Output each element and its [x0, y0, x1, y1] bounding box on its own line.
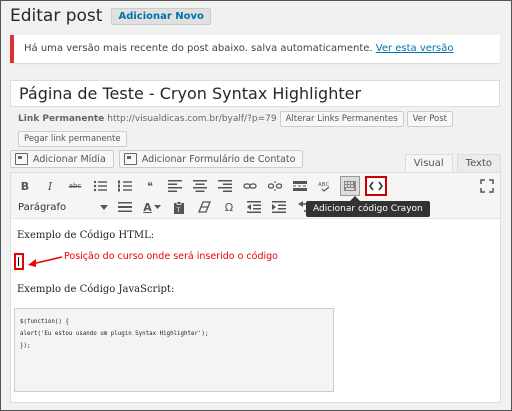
editor-tabs: Visual Texto [401, 154, 501, 172]
js-example-heading: Exemplo de Código JavaScript: [17, 284, 175, 295]
clear-formatting-icon[interactable] [194, 197, 214, 217]
add-media-button[interactable]: Adicionar Mídia [10, 150, 114, 168]
tab-text[interactable]: Texto [456, 154, 501, 172]
align-right-icon[interactable] [215, 176, 235, 196]
align-center-icon[interactable] [190, 176, 210, 196]
crayon-tooltip: Adicionar código Crayon [306, 196, 430, 217]
annotation-text: Posição do curso onde será inserido o có… [64, 251, 278, 262]
bold-button[interactable]: B [15, 176, 35, 196]
permalink-row-2: Pegar link permanente [18, 126, 127, 147]
svg-text:T: T [176, 207, 181, 214]
add-contact-form-button[interactable]: Adicionar Formulário de Contato [118, 150, 304, 168]
remove-link-icon[interactable] [265, 176, 285, 196]
special-character-icon[interactable]: Ω [219, 197, 239, 217]
get-permalink-button[interactable]: Pegar link permanente [18, 131, 127, 147]
text-color-icon: A [143, 200, 152, 214]
notice-text: Há uma versão mais recente do post abaix… [24, 43, 376, 54]
media-icon [15, 153, 28, 165]
autosave-notice: Há uma versão mais recente do post abaix… [10, 35, 500, 63]
add-new-button[interactable]: Adicionar Novo [111, 7, 211, 25]
code-block: $(function() { alert('Eu estou usando um … [14, 308, 334, 392]
media-buttons: Adicionar Mídia Adicionar Formulário de … [10, 150, 308, 168]
align-left-icon[interactable] [165, 176, 185, 196]
numbered-list-icon[interactable] [115, 176, 135, 196]
code-line: alert('Eu estou usando um plugin Syntax … [20, 331, 209, 337]
page-header: Editar post Adicionar Novo [10, 6, 211, 26]
html-example-heading: Exemplo de Código HTML: [17, 230, 155, 241]
permalink-label: Link Permanente [18, 114, 105, 124]
strikethrough-button[interactable]: abc [65, 176, 85, 196]
text-color-button[interactable]: A [140, 197, 164, 217]
fullscreen-icon[interactable] [480, 178, 496, 194]
spellcheck-icon[interactable]: ABC [315, 176, 335, 196]
view-post-button[interactable]: Ver Post [406, 111, 454, 127]
code-line: $(function() { [20, 319, 69, 325]
blockquote-icon[interactable]: ❝ [140, 176, 160, 196]
read-more-icon[interactable] [290, 176, 310, 196]
form-icon [123, 153, 137, 165]
keyboard-toggle-icon[interactable] [340, 176, 360, 196]
tab-visual[interactable]: Visual [404, 154, 453, 172]
outdent-icon[interactable] [244, 197, 264, 217]
page-title: Editar post [10, 6, 103, 26]
toolbar-row-2: Parágrafo A T Ω [15, 197, 319, 217]
post-title-input[interactable]: Página de Teste - Cryon Syntax Highlight… [10, 80, 500, 107]
crayon-code-button[interactable] [365, 176, 387, 196]
permalink-row: Link Permanente http://visualdicas.com.b… [18, 111, 454, 127]
add-media-label: Adicionar Mídia [33, 153, 106, 165]
add-form-label: Adicionar Formulário de Contato [141, 153, 296, 165]
insert-link-icon[interactable] [240, 176, 260, 196]
bullet-list-icon[interactable] [90, 176, 110, 196]
chevron-down-icon [100, 202, 108, 213]
italic-button[interactable]: I [40, 176, 60, 196]
code-line: }); [20, 343, 31, 349]
indent-icon[interactable] [269, 197, 289, 217]
format-select-value: Parágrafo [18, 201, 67, 213]
change-permalink-button[interactable]: Alterar Links Permanentes [279, 111, 404, 127]
annotation-arrow-icon [28, 256, 63, 267]
format-select[interactable]: Parágrafo [15, 198, 111, 216]
toolbar-row-1: B I abc ❝ ABC [15, 176, 392, 196]
svg-text:ABC: ABC [318, 182, 329, 188]
view-version-link[interactable]: Ver esta versão [376, 43, 454, 54]
permalink-url[interactable]: http://visualdicas.com.br/byalf/?p=79 [107, 114, 276, 124]
cursor-position-marker [14, 253, 24, 270]
paste-text-icon[interactable]: T [169, 197, 189, 217]
horizontal-line-icon[interactable] [115, 197, 135, 217]
